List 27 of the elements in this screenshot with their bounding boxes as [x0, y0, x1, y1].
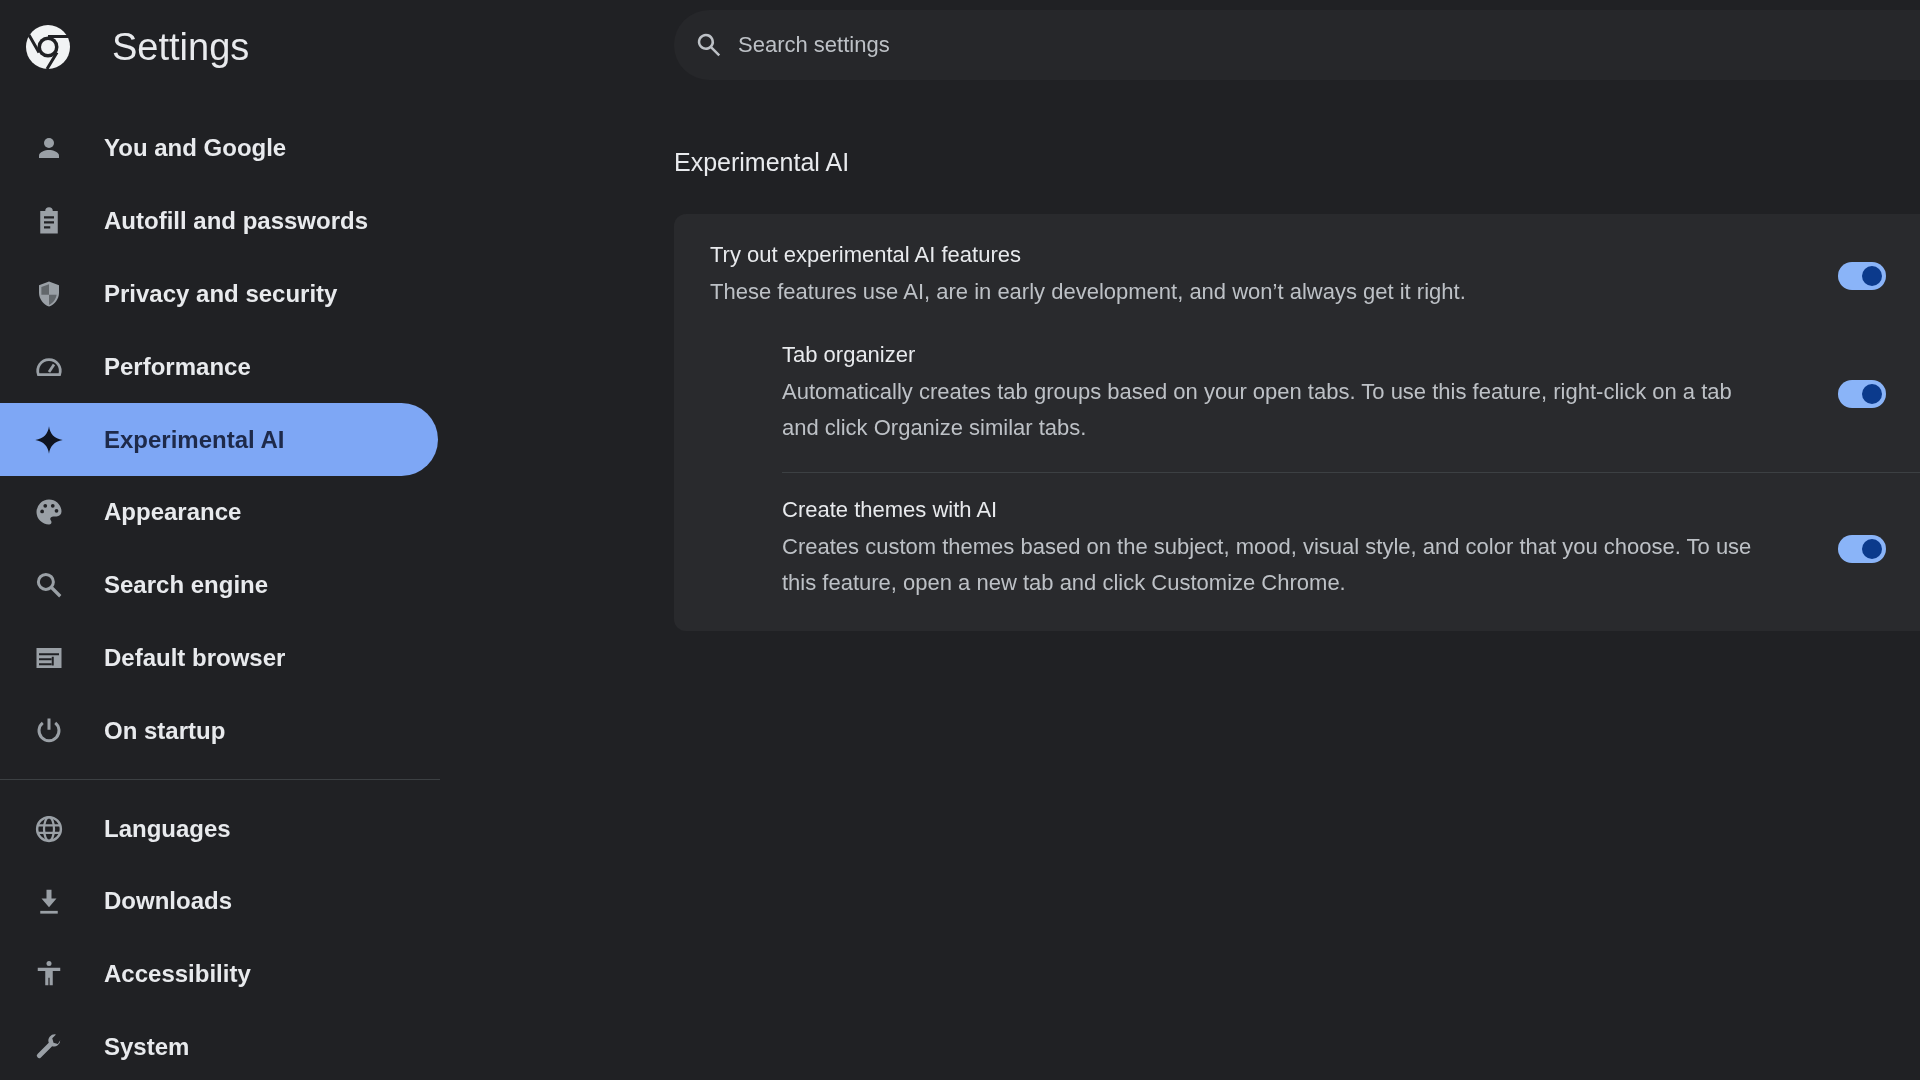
- nav-item[interactable]: Downloads: [0, 864, 438, 938]
- toggle-switch[interactable]: [1838, 380, 1886, 408]
- nav-item[interactable]: Appearance: [0, 476, 438, 549]
- page-title: Settings: [112, 25, 250, 69]
- nav-item[interactable]: Languages: [0, 792, 438, 865]
- nav-item[interactable]: Experimental AI: [0, 403, 438, 476]
- nav-item[interactable]: Accessibility: [0, 937, 438, 1011]
- nav-item[interactable]: Search engine: [0, 548, 438, 622]
- search-field[interactable]: Search settings: [674, 10, 1920, 80]
- nav-item[interactable]: Privacy and security: [0, 257, 438, 331]
- nav-item[interactable]: You and Google: [0, 112, 438, 185]
- toggle-switch[interactable]: [1838, 535, 1886, 563]
- nav-item[interactable]: Default browser: [0, 621, 438, 695]
- nav-item[interactable]: System: [0, 1010, 438, 1080]
- nav-item[interactable]: On startup: [0, 694, 438, 768]
- section-title: Experimental AI: [674, 148, 851, 178]
- setting-description: Creates custom themes based on the subject, mood, visual style, and color that you choose. To use this feature, open a new tab and click Customize Chrome.: [782, 533, 1753, 597]
- setting-title: Tab organizer: [782, 342, 917, 368]
- toggle-switch[interactable]: [1838, 262, 1886, 290]
- setting-description: These features use AI, are in early development, and won’t always get it right.: [710, 278, 1467, 306]
- nav-item[interactable]: Autofill and passwords: [0, 184, 438, 258]
- setting-title: Create themes with AI: [782, 497, 999, 523]
- logo-icon: [24, 23, 72, 71]
- globe-icon: [34, 813, 64, 844]
- setting-description: Automatically creates tab groups based on your open tabs. To use this feature, right-click on a tab and click Organize similar tabs.: [782, 378, 1733, 442]
- setting-title: Try out experimental AI features: [710, 242, 1022, 268]
- nav-item[interactable]: Performance: [0, 330, 438, 404]
